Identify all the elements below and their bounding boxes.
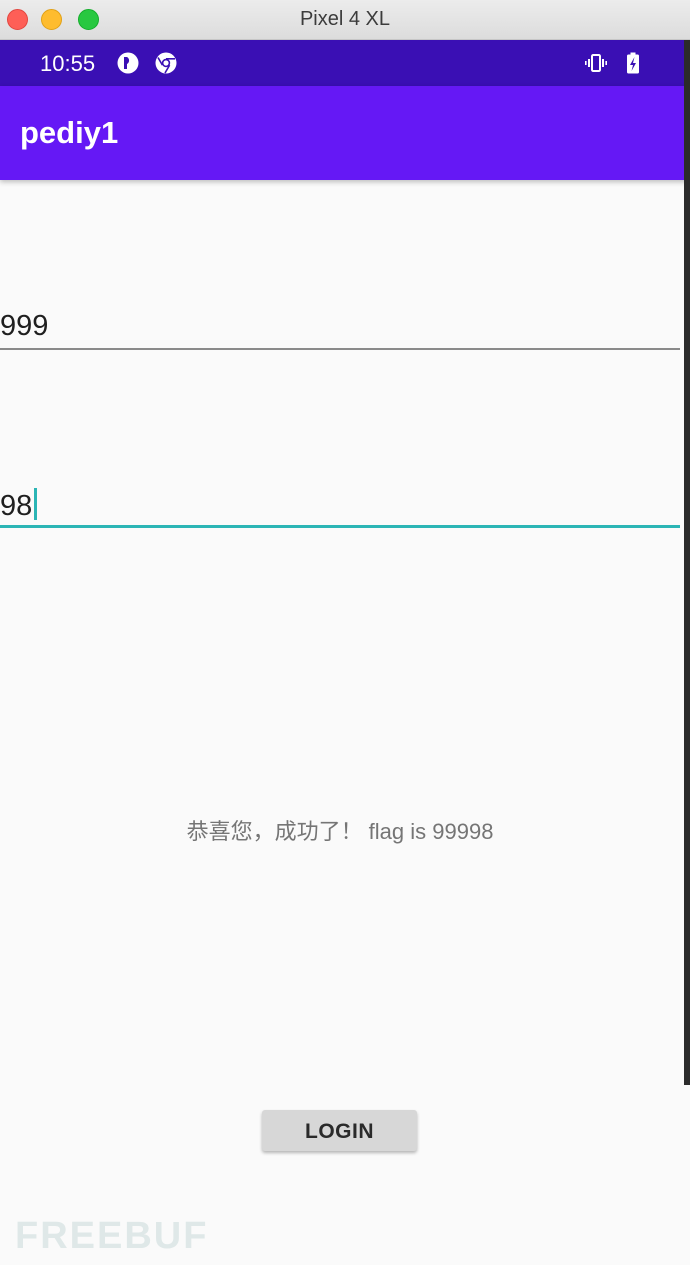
password-value-wrapper: 98 [0, 488, 38, 523]
username-underline [0, 348, 680, 350]
text-cursor [34, 488, 38, 520]
chrome-icon [155, 52, 177, 74]
app-bar: pediy1 [0, 86, 690, 180]
notification-icon [117, 52, 139, 74]
watermark-logo: FREEBUF [15, 1215, 209, 1257]
status-bar: 10:55 [0, 40, 690, 86]
app-title: pediy1 [20, 115, 119, 150]
battery-charging-icon [627, 52, 639, 74]
username-value: 999 [0, 310, 49, 342]
password-input[interactable]: 98 [0, 478, 680, 530]
result-message: 恭喜您，成功了！ flag is 99998 [186, 819, 494, 844]
window-title-bar: Pixel 4 XL [0, 0, 690, 40]
password-underline-focused [0, 525, 680, 528]
window-title: Pixel 4 XL [299, 8, 391, 30]
vibrate-icon [585, 54, 607, 72]
login-button[interactable]: LOGIN [262, 1110, 417, 1151]
username-input[interactable]: 999 [0, 300, 680, 352]
status-time: 10:55 [40, 51, 96, 76]
password-value: 98 [0, 490, 33, 522]
window-edge [684, 40, 690, 1085]
